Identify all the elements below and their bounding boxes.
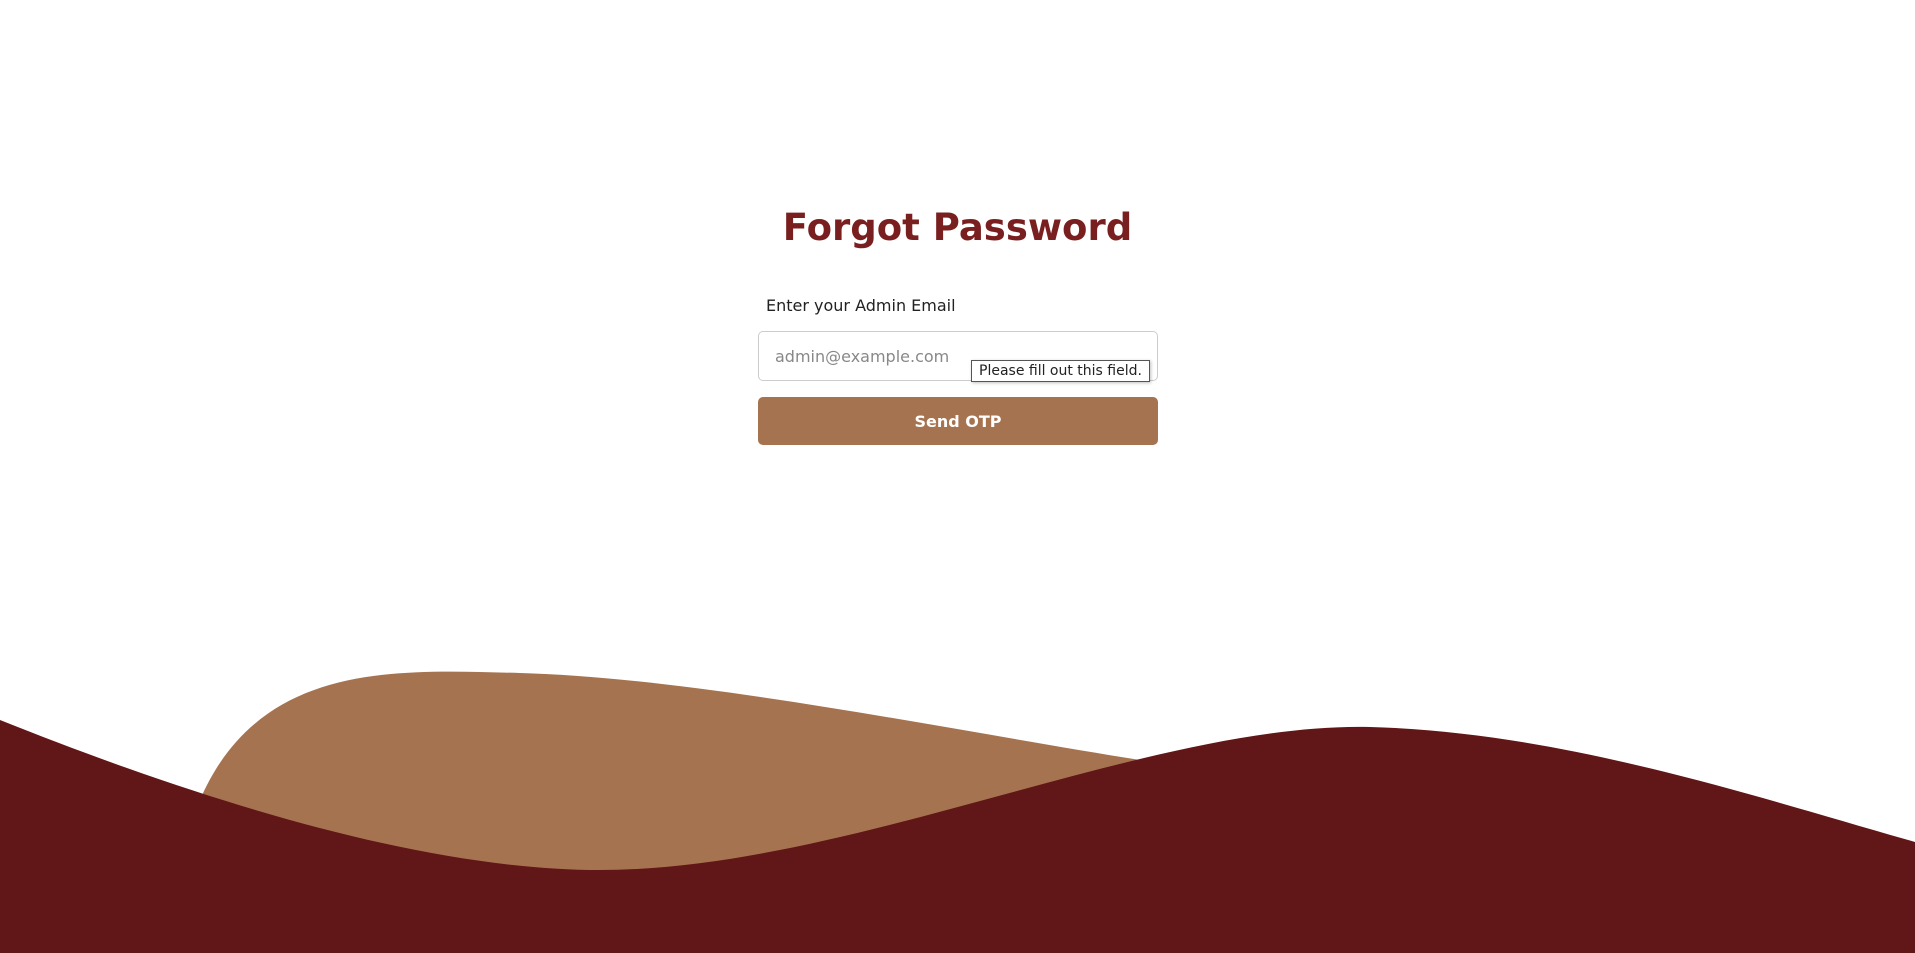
send-otp-button[interactable]: Send OTP xyxy=(758,397,1158,445)
forgot-password-form: Enter your Admin Email Please fill out t… xyxy=(758,292,1158,445)
validation-tooltip: Please fill out this field. xyxy=(971,360,1150,382)
page-title: Forgot Password xyxy=(782,206,1133,249)
email-label: Enter your Admin Email xyxy=(766,296,956,315)
forgot-password-page: Forgot Password Enter your Admin Email P… xyxy=(0,0,1915,953)
background-waves xyxy=(0,671,1915,953)
